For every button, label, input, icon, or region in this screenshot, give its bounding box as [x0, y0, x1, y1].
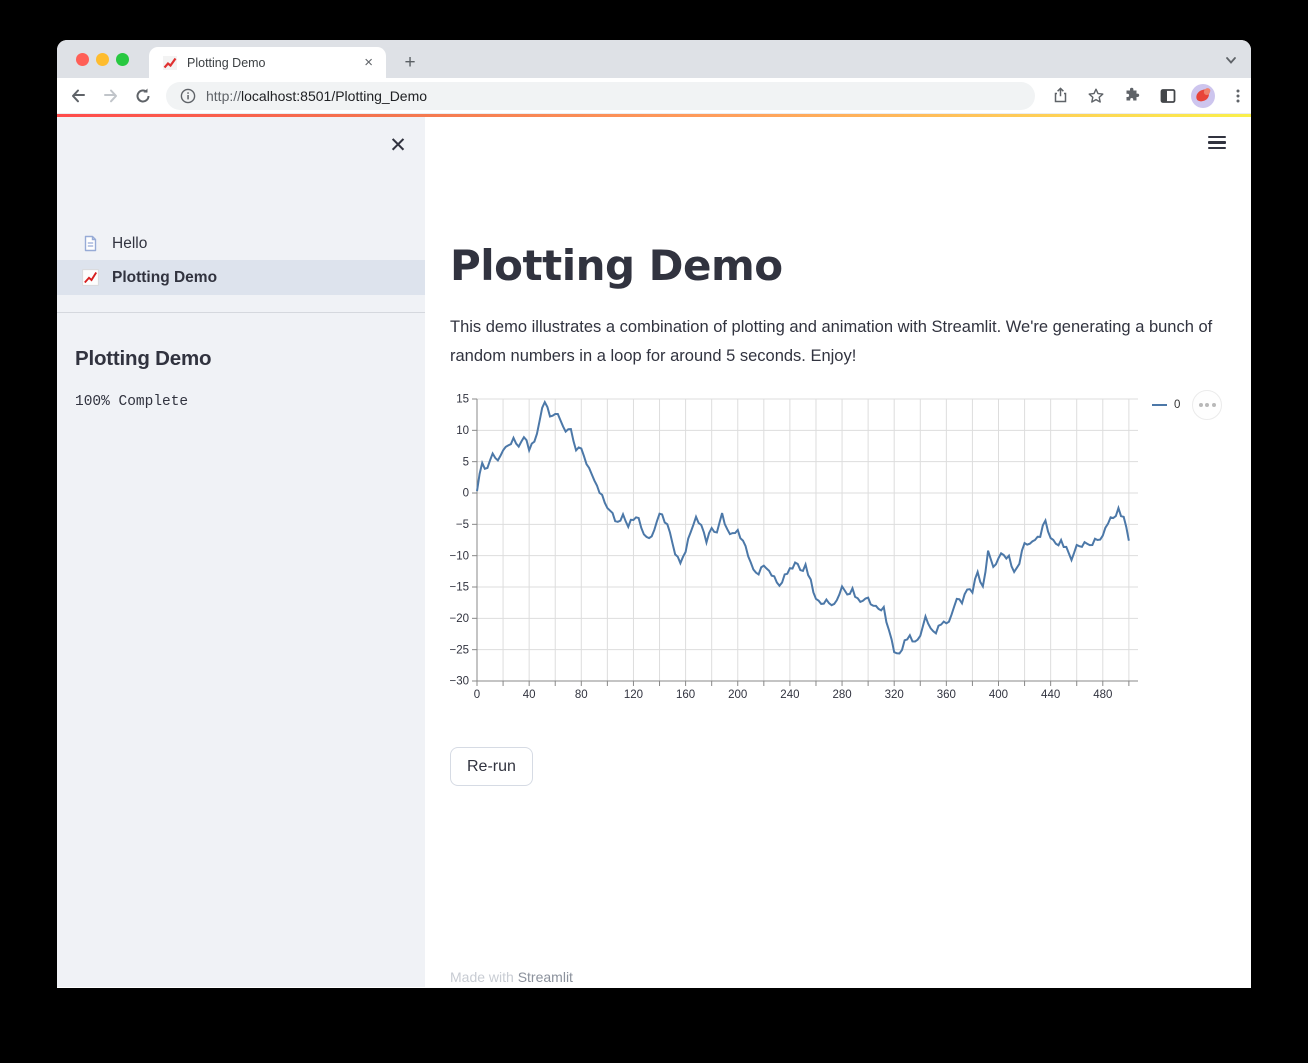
- line-chart: −30 −25 −20 −15 −10 −5 0 5 10 15 0 40 80 120 160 200 240…: [448, 390, 1250, 702]
- sidebar-item-plotting-demo[interactable]: Plotting Demo: [57, 260, 425, 295]
- more-menu-icon[interactable]: [1225, 83, 1251, 109]
- tab-close-icon[interactable]: ×: [361, 55, 376, 70]
- back-icon[interactable]: [65, 83, 91, 109]
- svg-text:0: 0: [463, 488, 469, 500]
- profile-avatar[interactable]: [1191, 83, 1215, 108]
- main-content: Plotting Demo This demo illustrates a co…: [425, 117, 1251, 987]
- tab-title: Plotting Demo: [187, 55, 266, 70]
- bookmark-star-icon[interactable]: [1083, 83, 1109, 109]
- tab-strip: Plotting Demo × +: [57, 40, 1251, 78]
- sidebar-section-title: Plotting Demo: [75, 347, 212, 370]
- app-page: ✕ Hello Plotting Demo Plotting Demo 100%…: [57, 117, 1251, 987]
- browser-window: Plotting Demo × + http://localhost:8501/…: [57, 40, 1251, 988]
- forward-icon[interactable]: [98, 83, 124, 109]
- svg-text:−15: −15: [449, 582, 469, 594]
- svg-text:160: 160: [676, 689, 695, 701]
- share-icon[interactable]: [1047, 83, 1073, 109]
- svg-text:40: 40: [523, 689, 536, 701]
- page-description: This demo illustrates a combination of p…: [450, 318, 1213, 365]
- app-menu-icon[interactable]: [1208, 136, 1226, 149]
- svg-text:360: 360: [937, 689, 956, 701]
- url-host-path: localhost:8501/Plotting_Demo: [241, 87, 428, 104]
- sidebar: ✕ Hello Plotting Demo Plotting Demo 100%…: [57, 117, 425, 987]
- line-chart-svg[interactable]: −30 −25 −20 −15 −10 −5 0 5 10 15 0 40 80 120 160 200 240…: [448, 390, 1188, 702]
- window-controls: [76, 53, 129, 66]
- sidebar-close-icon[interactable]: ✕: [388, 135, 408, 156]
- search-tabs-chevron-icon[interactable]: [1225, 54, 1237, 66]
- zoom-window-button[interactable]: [116, 53, 129, 66]
- svg-text:280: 280: [832, 689, 851, 701]
- svg-text:15: 15: [456, 394, 469, 406]
- svg-text:200: 200: [728, 689, 747, 701]
- url-scheme: http://: [206, 87, 242, 104]
- toolbar-actions: [1047, 83, 1251, 109]
- reload-icon[interactable]: [130, 83, 156, 109]
- side-panel-icon[interactable]: [1155, 83, 1181, 109]
- sidebar-item-hello[interactable]: Hello: [57, 227, 425, 260]
- url-text[interactable]: http://localhost:8501/Plotting_Demo: [206, 88, 427, 104]
- svg-text:400: 400: [989, 689, 1008, 701]
- rerun-button[interactable]: Re-run: [450, 747, 533, 786]
- svg-text:120: 120: [624, 689, 643, 701]
- legend-swatch: [1152, 403, 1167, 407]
- footer: Made with Streamlit: [450, 969, 573, 985]
- minimize-window-button[interactable]: [96, 53, 109, 66]
- svg-text:480: 480: [1093, 689, 1112, 701]
- progress-status-text: 100% Complete: [75, 394, 189, 410]
- svg-text:0: 0: [474, 689, 480, 701]
- tab-favicon-icon: [163, 55, 177, 70]
- svg-text:320: 320: [885, 689, 904, 701]
- legend-label: 0: [1174, 399, 1181, 411]
- svg-text:440: 440: [1041, 689, 1060, 701]
- svg-text:80: 80: [575, 689, 588, 701]
- browser-toolbar: http://localhost:8501/Plotting_Demo: [57, 78, 1251, 114]
- sidebar-divider: [57, 312, 425, 313]
- svg-text:5: 5: [463, 456, 469, 468]
- svg-text:−20: −20: [449, 613, 469, 625]
- svg-text:−30: −30: [449, 676, 469, 688]
- svg-text:10: 10: [456, 425, 469, 437]
- close-window-button[interactable]: [76, 53, 89, 66]
- document-page-icon: [84, 235, 97, 252]
- svg-text:−10: −10: [449, 550, 469, 562]
- extensions-puzzle-icon[interactable]: [1119, 83, 1145, 109]
- sidebar-nav: Hello Plotting Demo: [57, 227, 425, 295]
- site-info-icon[interactable]: [180, 88, 196, 104]
- chart-legend: 0: [1152, 399, 1180, 411]
- svg-text:240: 240: [780, 689, 799, 701]
- chart-increasing-icon: [82, 269, 99, 286]
- streamlit-link[interactable]: Streamlit: [518, 969, 573, 985]
- svg-text:−5: −5: [456, 519, 469, 531]
- sidebar-item-label: Plotting Demo: [112, 268, 218, 286]
- sidebar-item-label: Hello: [112, 234, 148, 252]
- svg-text:−25: −25: [449, 644, 469, 656]
- page-title: Plotting Demo: [450, 241, 783, 290]
- footer-made-with: Made with: [450, 969, 518, 985]
- new-tab-button[interactable]: +: [397, 50, 423, 76]
- browser-tab[interactable]: Plotting Demo ×: [149, 47, 386, 78]
- address-bar[interactable]: http://localhost:8501/Plotting_Demo: [166, 81, 1035, 110]
- chart-options-button[interactable]: [1192, 390, 1222, 420]
